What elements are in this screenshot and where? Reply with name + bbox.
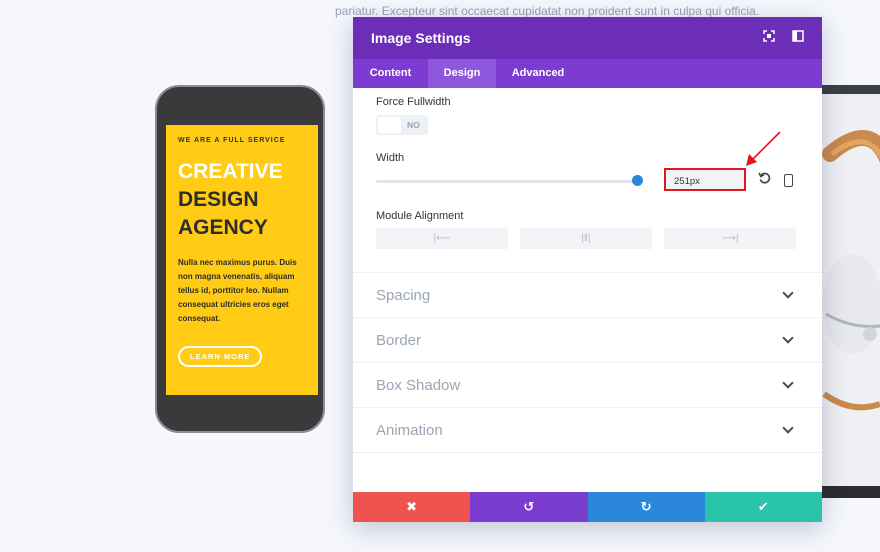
laptop-mockup: [818, 85, 880, 498]
undo-button[interactable]: ↺: [470, 492, 588, 522]
phone-mockup: WE ARE A FULL SERVICE CREATIVE DESIGN AG…: [155, 85, 325, 433]
tab-advanced[interactable]: Advanced: [496, 59, 580, 88]
module-alignment-label: Module Alignment: [376, 210, 464, 222]
section-border[interactable]: Border: [353, 317, 822, 363]
section-box-shadow[interactable]: Box Shadow: [353, 362, 822, 408]
section-title: Spacing: [376, 287, 431, 304]
phone-body-text: Nulla nec maximus purus. Duis non magna …: [178, 258, 297, 323]
tab-content[interactable]: Content: [353, 59, 428, 88]
laptop-base: [818, 486, 880, 498]
align-left-icon: |⟵: [433, 233, 451, 244]
phone-heading-line2: DESIGN: [178, 188, 259, 211]
width-slider-track[interactable]: [376, 180, 638, 183]
save-button[interactable]: ✔: [704, 492, 822, 522]
force-fullwidth-label: Force Fullwidth: [376, 96, 451, 108]
modal-footer: ✖ ↺ ↻ ✔: [353, 492, 822, 522]
width-input[interactable]: 251px: [664, 168, 746, 191]
phone-heading-line1: CREATIVE: [178, 160, 283, 183]
phone-heading: CREATIVE DESIGN AGENCY: [178, 158, 306, 242]
mobile-icon[interactable]: [784, 174, 793, 187]
headphones-image: [822, 94, 880, 492]
width-label: Width: [376, 152, 405, 164]
align-left-button[interactable]: |⟵: [376, 228, 508, 249]
align-center-icon: |‖|: [581, 233, 591, 244]
image-settings-modal: Image Settings Content Design Advanced F…: [353, 17, 822, 522]
modal-title: Image Settings: [371, 30, 471, 46]
force-fullwidth-toggle[interactable]: NO: [376, 115, 428, 135]
section-animation[interactable]: Animation: [353, 407, 822, 453]
section-title: Box Shadow: [376, 377, 461, 394]
toggle-knob: [378, 117, 401, 133]
background-text: pariatur. Excepteur sint occaecat cupida…: [335, 4, 760, 18]
chevron-down-icon: [782, 332, 794, 344]
chevron-down-icon: [782, 377, 794, 389]
section-title: Border: [376, 332, 422, 349]
chevron-down-icon: [782, 287, 794, 299]
align-right-icon: ⟶|: [721, 233, 739, 244]
modal-header: Image Settings: [353, 17, 822, 59]
phone-heading-line3: AGENCY: [178, 216, 268, 239]
phone-tagline: WE ARE A FULL SERVICE: [178, 137, 286, 144]
laptop-screen-image: [822, 94, 880, 492]
modal-tabs: Content Design Advanced: [353, 59, 822, 88]
sidebar-icon[interactable]: [790, 30, 806, 46]
toggle-text: NO: [407, 120, 420, 130]
align-center-button[interactable]: |‖|: [520, 228, 652, 249]
align-right-button[interactable]: ⟶|: [664, 228, 796, 249]
expand-icon[interactable]: [761, 30, 777, 46]
chevron-down-icon: [782, 422, 794, 434]
tab-design[interactable]: Design: [428, 59, 496, 88]
redo-button[interactable]: ↻: [587, 492, 705, 522]
reset-icon[interactable]: [758, 172, 771, 188]
section-divider: [353, 452, 822, 454]
section-spacing[interactable]: Spacing: [353, 272, 822, 318]
phone-screen: WE ARE A FULL SERVICE CREATIVE DESIGN AG…: [166, 125, 318, 395]
cancel-button[interactable]: ✖: [353, 492, 471, 522]
width-slider-thumb[interactable]: [632, 175, 643, 186]
section-title: Animation: [376, 422, 443, 439]
learn-more-button[interactable]: LEARN MORE: [178, 346, 263, 367]
modal-body: Force Fullwidth NO Width 251px Module Al…: [353, 88, 822, 492]
